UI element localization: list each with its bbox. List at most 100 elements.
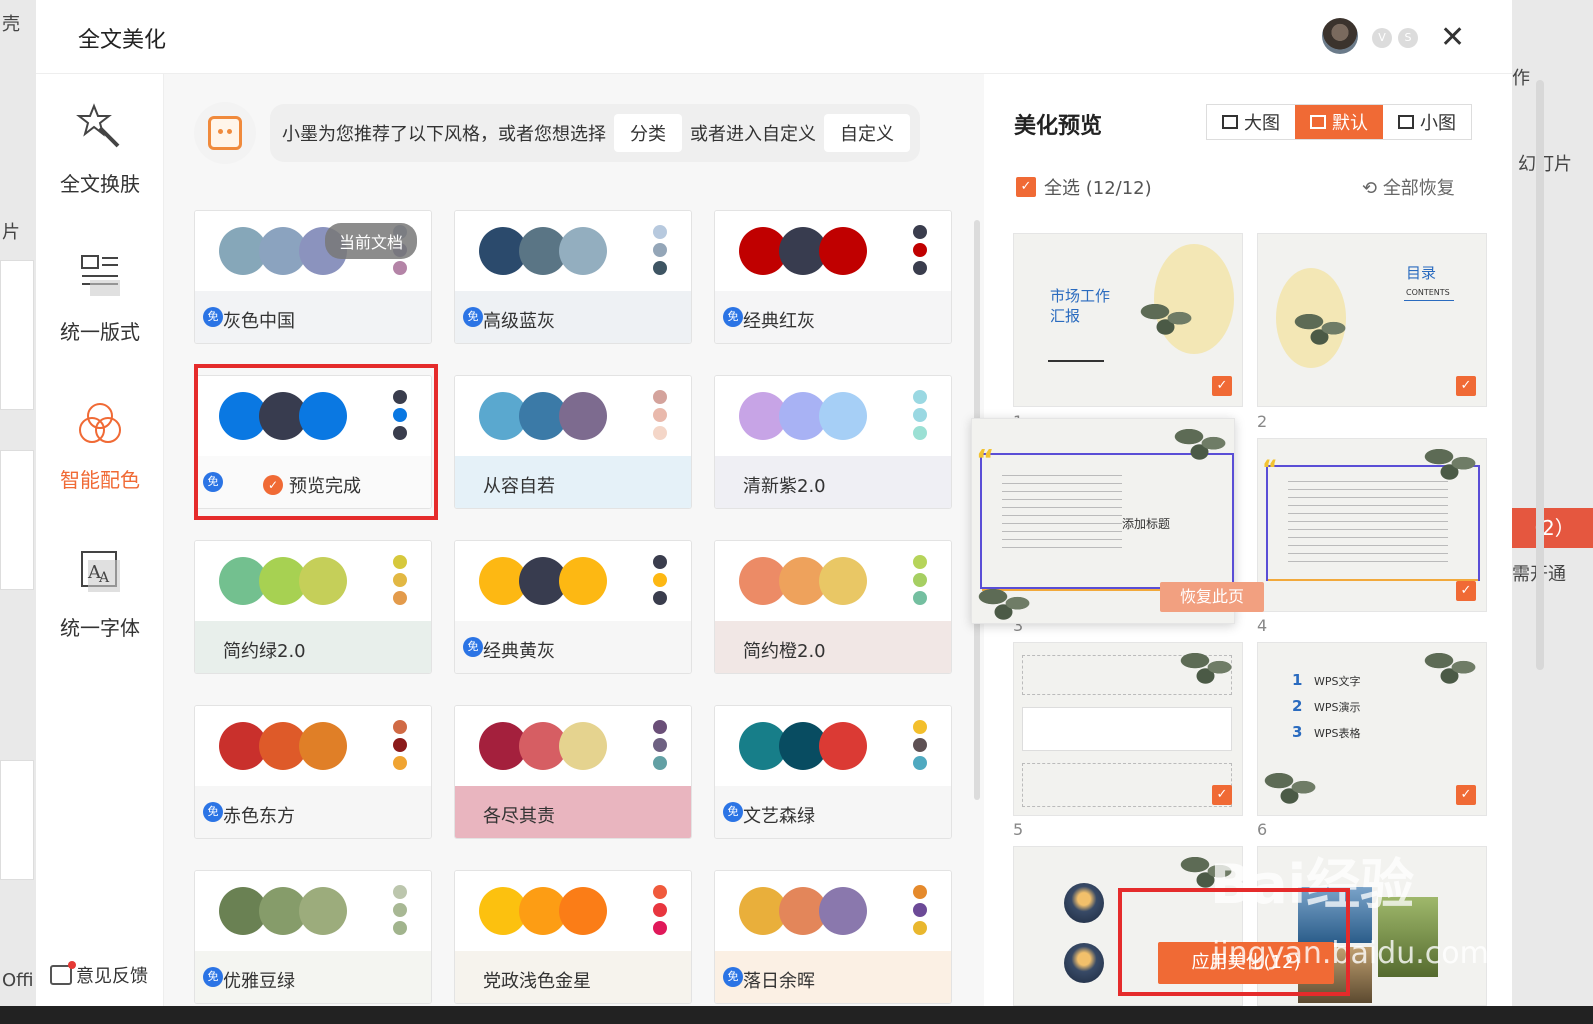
color-dot [653,720,667,734]
color-swatch [559,722,607,770]
color-dot [393,903,407,917]
swatch-area [195,541,431,621]
quote-icon: “ [976,443,995,476]
free-badge-icon: 免 [203,307,223,327]
view-toggle: 大图 默认 小图 [1206,104,1472,140]
color-dot [913,738,927,752]
color-scheme-card[interactable]: 当前文档免灰色中国 [194,210,432,344]
card-label-area: 各尽其责 [455,786,691,838]
restore-page-button[interactable]: 恢复此页 [1160,582,1264,612]
feedback-icon [50,961,76,985]
card-label-area: 简约绿2.0 [195,621,431,673]
close-button[interactable]: ✕ [1440,20,1465,55]
background-app-right: 作 幻灯片 （2） 需开通 [1512,0,1593,1024]
color-scheme-card[interactable]: 免落日余晖 [714,870,952,1004]
background-app-left: 壳 片 Offi [0,0,36,1024]
nav-item-label: 智能配色 [60,468,140,492]
bg-text: 作 [1512,68,1530,89]
feature-sidebar: 全文换肤 统一版式 智能配色 AA 统一字体 意见反馈 [36,74,164,1006]
color-dot [653,390,667,404]
slide-thumb[interactable]: “ ✓ [1257,438,1487,612]
swatch-area [715,541,951,621]
slide-title: 市场工作汇报 [1050,287,1111,325]
swatch-area: 当前文档 [195,211,431,291]
scheme-name: 经典黄灰 [483,641,555,662]
color-scheme-card[interactable]: 免优雅豆绿 [194,870,432,1004]
slide-item-number: 1 [1292,671,1303,689]
scheme-name: 各尽其责 [483,806,555,827]
color-scheme-card[interactable]: 党政浅色金星 [454,870,692,1004]
feedback-button[interactable]: 意见反馈 [50,961,148,988]
quote-icon: “ [1262,455,1278,483]
highlight-box [1118,888,1350,996]
scheme-name: 灰色中国 [223,311,295,332]
color-dot [653,261,667,275]
card-label-area: 免灰色中国 [195,291,431,343]
view-default-button[interactable]: 默认 [1295,105,1383,139]
swatch-area [195,706,431,786]
slide-decor [1064,943,1104,983]
color-dot [393,885,407,899]
slide-thumb[interactable]: ✓ [1013,642,1243,816]
slide-thumb[interactable]: 市场工作汇报 ✓ [1013,233,1243,407]
color-dot [653,591,667,605]
color-scheme-card[interactable]: 各尽其责 [454,705,692,839]
slide-checkbox[interactable]: ✓ [1456,376,1476,396]
color-scheme-card[interactable]: 免赤色东方 [194,705,432,839]
color-swatch [559,887,607,935]
view-large-button[interactable]: 大图 [1207,105,1295,139]
slide-item-label: WPS文字 [1314,675,1361,688]
nav-item-layout[interactable]: 统一版式 [36,250,164,345]
slide-decor [1048,360,1104,362]
color-dot [653,426,667,440]
dialog-titlebar: 全文美化 V S ✕ [36,0,1512,74]
color-scheme-card[interactable]: 免文艺森绿 [714,705,952,839]
nav-item-color[interactable]: 智能配色 [36,398,164,493]
color-scheme-card[interactable]: 简约橙2.0 [714,540,952,674]
color-dot [653,738,667,752]
slide-checkbox[interactable]: ✓ [1456,785,1476,805]
font-icon: AA [81,551,120,592]
image-icon [1222,115,1238,129]
nav-item-reskin[interactable]: 全文换肤 [36,102,164,197]
view-small-button[interactable]: 小图 [1383,105,1471,139]
color-dot [913,885,927,899]
slide-thumb[interactable]: 目录 CONTENTS ✓ [1257,233,1487,407]
slide-decor [1258,763,1328,807]
select-all-checkbox[interactable]: ✓ 全选 (12/12) [1016,174,1152,200]
color-dot [913,408,927,422]
color-dot [913,390,927,404]
slide-checkbox[interactable]: ✓ [1212,785,1232,805]
recommendation-bubble: 小墨为您推荐了以下风格，或者您想选择 分类 或者进入自定义 自定义 [270,104,920,162]
restore-all-button[interactable]: ⟲ 全部恢复 [1362,174,1455,200]
color-scheme-card[interactable]: 免经典红灰 [714,210,952,344]
color-dot [393,261,407,275]
color-scheme-card[interactable]: 清新紫2.0 [714,375,952,509]
color-scheme-card[interactable]: 从容自若 [454,375,692,509]
color-swatch [819,227,867,275]
nav-item-font[interactable]: AA 统一字体 [36,546,164,641]
color-scheme-card[interactable]: 简约绿2.0 [194,540,432,674]
color-scheme-card[interactable]: 免高级蓝灰 [454,210,692,344]
avatar[interactable] [1322,18,1358,54]
preview-scrollbar[interactable] [1536,80,1544,670]
color-dot [393,591,407,605]
free-badge-icon: 免 [723,967,743,987]
bg-text: Offi [2,970,34,991]
slide-decor [1268,579,1478,581]
color-scheme-card[interactable]: 免经典黄灰 [454,540,692,674]
scheme-name: 清新紫2.0 [743,476,826,497]
category-button[interactable]: 分类 [614,114,682,152]
color-dot [913,591,927,605]
slide-thumb[interactable]: 1 WPS文字 2 WPS演示 3 WPS表格 ✓ [1257,642,1487,816]
slide-checkbox[interactable]: ✓ [1456,581,1476,601]
custom-button[interactable]: 自定义 [824,114,910,152]
bg-slide-thumb [0,260,34,410]
slide-subtitle: CONTENTS [1406,288,1450,297]
scheme-name: 党政浅色金星 [483,971,591,992]
slide-checkbox[interactable]: ✓ [1212,376,1232,396]
swatch-area [455,211,691,291]
swatch-area [455,376,691,456]
view-label: 小图 [1420,113,1456,134]
slide-decor [1022,763,1232,807]
